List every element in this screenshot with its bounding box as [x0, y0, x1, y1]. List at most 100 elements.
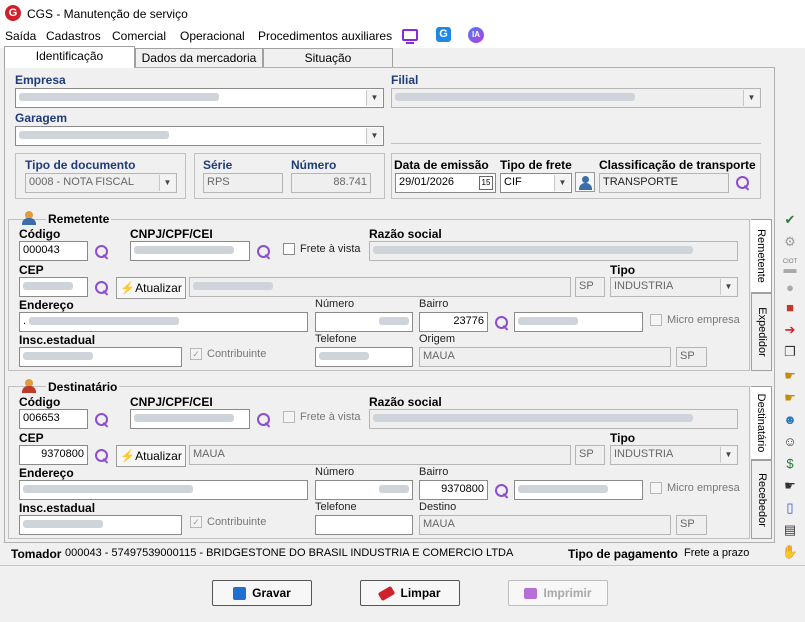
- destinatario-micro-empresa-checkbox[interactable]: [650, 482, 662, 494]
- g-app-icon[interactable]: G: [436, 27, 451, 42]
- remetente-frete-vista-checkbox[interactable]: [283, 243, 295, 255]
- destinatario-contribuinte-checkbox[interactable]: ✓: [190, 516, 202, 528]
- remetente-tipo-select[interactable]: INDUSTRIA ▼: [610, 277, 738, 297]
- sidetab-expedidor[interactable]: Expedidor: [751, 293, 772, 371]
- hand-point-icon[interactable]: ☛: [781, 390, 799, 406]
- menu-cadastros[interactable]: Cadastros: [46, 29, 101, 43]
- search-icon[interactable]: [256, 412, 272, 428]
- remetente-telefone-field[interactable]: [315, 347, 413, 367]
- destinatario-bairro-code-field[interactable]: 9370800: [419, 480, 488, 500]
- destinatario-numero-field[interactable]: [315, 480, 413, 500]
- remetente-cidade-field[interactable]: [189, 277, 571, 297]
- users-icon[interactable]: ☺: [781, 434, 799, 450]
- person-icon: [22, 211, 36, 225]
- monitor-icon[interactable]: [402, 29, 418, 41]
- remetente-bairro-label: Bairro: [419, 298, 449, 310]
- destinatario-title: Destinatário: [46, 380, 120, 394]
- filial-select[interactable]: ▼: [391, 88, 761, 108]
- tab-situacao[interactable]: Situação: [263, 48, 393, 68]
- menu-operacional[interactable]: Operacional: [180, 29, 245, 43]
- remetente-micro-empresa-checkbox[interactable]: [650, 314, 662, 326]
- gravar-button[interactable]: Gravar: [212, 580, 312, 606]
- search-icon[interactable]: [94, 280, 110, 296]
- tipo-documento-select[interactable]: 0008 - NOTA FISCAL ▼: [25, 173, 177, 193]
- tab-dados-mercadoria[interactable]: Dados da mercadoria: [135, 48, 263, 68]
- destinatario-cep-field[interactable]: 9370800: [19, 445, 88, 465]
- menu-procedimentos[interactable]: Procedimentos auxiliares: [258, 29, 392, 43]
- sidetab-remetente[interactable]: Remetente: [751, 219, 772, 293]
- destinatario-codigo-field[interactable]: 006653: [19, 409, 88, 429]
- search-icon[interactable]: [94, 412, 110, 428]
- remetente-atualizar-button[interactable]: ⚡Atualizar: [116, 277, 186, 299]
- remetente-cnpj-field[interactable]: [130, 241, 250, 261]
- remetente-contribuinte-checkbox[interactable]: ✓: [190, 348, 202, 360]
- ia-assistant-icon[interactable]: IA: [468, 27, 484, 43]
- numero-field[interactable]: 88.741: [291, 173, 371, 193]
- document-gray-icon[interactable]: ▬: [781, 261, 799, 277]
- remetente-insc-field[interactable]: [19, 347, 182, 367]
- remetente-bairro-code-field[interactable]: 23776: [419, 312, 488, 332]
- check-icon[interactable]: ✔: [781, 212, 799, 228]
- search-icon[interactable]: [94, 244, 110, 260]
- destinatario-frete-vista-checkbox[interactable]: [283, 411, 295, 423]
- remetente-origem-field[interactable]: MAUA: [419, 347, 671, 367]
- remetente-origem-uf-field[interactable]: SP: [676, 347, 707, 367]
- menu-saida[interactable]: Saída: [5, 29, 36, 43]
- imprimir-button[interactable]: Imprimir: [508, 580, 608, 606]
- circle-gray-icon[interactable]: ●: [781, 280, 799, 296]
- destinatario-endereco-field[interactable]: [19, 480, 308, 500]
- document-icon[interactable]: ▤: [781, 522, 799, 538]
- destinatario-tipo-select[interactable]: INDUSTRIA ▼: [610, 445, 738, 465]
- money-icon[interactable]: $: [781, 456, 799, 472]
- destinatario-destino-uf-field[interactable]: SP: [676, 515, 707, 535]
- garagem-select[interactable]: ▼: [15, 126, 384, 146]
- sidetab-recebedor[interactable]: Recebedor: [751, 460, 772, 539]
- person-body: [22, 218, 36, 225]
- copy-pages-icon[interactable]: ❐: [781, 344, 799, 360]
- book-icon[interactable]: ▯: [781, 500, 799, 516]
- destinatario-telefone-field[interactable]: [315, 515, 413, 535]
- sidetab-destinatario[interactable]: Destinatário: [751, 386, 772, 460]
- destinatario-bairro-field[interactable]: [514, 480, 643, 500]
- search-icon[interactable]: [94, 448, 110, 464]
- search-icon[interactable]: [494, 483, 510, 499]
- gear-icon[interactable]: ⚙: [781, 234, 799, 250]
- arrow-right-icon[interactable]: ➔: [781, 322, 799, 338]
- truck-icon[interactable]: ■: [781, 300, 799, 316]
- menu-comercial[interactable]: Comercial: [112, 29, 166, 43]
- destinatario-atualizar-button[interactable]: ⚡Atualizar: [116, 445, 186, 467]
- data-emissao-field[interactable]: 29/01/2026 15: [395, 173, 496, 193]
- search-icon[interactable]: [256, 244, 272, 260]
- hand-point-icon[interactable]: ☛: [781, 478, 799, 494]
- search-icon[interactable]: [494, 315, 510, 331]
- remetente-codigo-field[interactable]: 000043: [19, 241, 88, 261]
- classificacao-field[interactable]: TRANSPORTE: [599, 173, 729, 193]
- serie-field[interactable]: RPS: [203, 173, 283, 193]
- handshake-icon[interactable]: ✋: [781, 544, 799, 560]
- save-icon: [233, 586, 247, 600]
- person-search-icon[interactable]: [575, 172, 595, 192]
- destinatario-destino-field[interactable]: MAUA: [419, 515, 671, 535]
- chevron-down-icon: ▼: [159, 175, 175, 191]
- calendar-icon[interactable]: 15: [479, 176, 493, 190]
- destinatario-cnpj-field[interactable]: [130, 409, 250, 429]
- garagem-label: Garagem: [15, 111, 68, 125]
- remetente-uf-field[interactable]: SP: [575, 277, 605, 297]
- empresa-select[interactable]: ▼: [15, 88, 384, 108]
- destinatario-razao-field[interactable]: [369, 409, 738, 429]
- remetente-numero-field[interactable]: [315, 312, 413, 332]
- destinatario-uf-field[interactable]: SP: [575, 445, 605, 465]
- destinatario-insc-field[interactable]: [19, 515, 182, 535]
- chevron-down-icon: ▼: [720, 279, 736, 295]
- remetente-endereco-field[interactable]: .: [19, 312, 308, 332]
- search-icon[interactable]: [735, 175, 751, 191]
- limpar-button[interactable]: Limpar: [360, 580, 460, 606]
- destinatario-cidade-field[interactable]: MAUA: [189, 445, 571, 465]
- remetente-razao-field[interactable]: [369, 241, 738, 261]
- remetente-bairro-field[interactable]: [514, 312, 643, 332]
- people-icon[interactable]: ☻: [781, 412, 799, 428]
- hand-point-icon[interactable]: ☛: [781, 368, 799, 384]
- tipo-frete-select[interactable]: CIF ▼: [500, 173, 572, 193]
- tab-identificacao[interactable]: Identificação: [4, 46, 135, 68]
- remetente-cep-field[interactable]: [19, 277, 88, 297]
